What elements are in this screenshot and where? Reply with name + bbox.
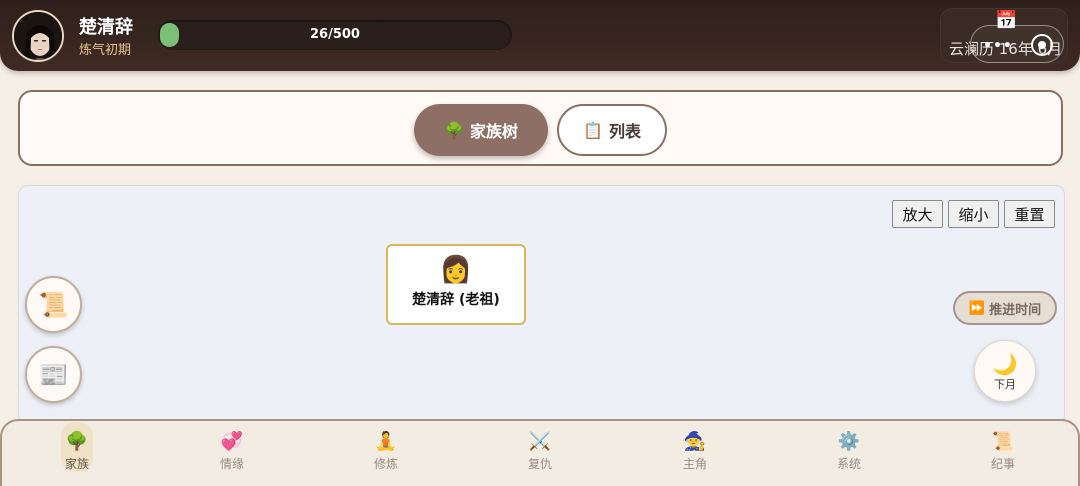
tab-family-tree[interactable]: 🌳 家族树 [414, 104, 548, 156]
nav-cultivation[interactable]: 🧘 修炼 [356, 430, 416, 472]
tree-icon: 🌳 [65, 431, 89, 452]
nav-romance-label: 情缘 [219, 457, 244, 471]
tab-list-label: 列表 [608, 122, 641, 141]
advance-time-button[interactable]: ⏩ 推进时间 [953, 291, 1057, 325]
gear-icon: ⚙️ [837, 431, 861, 452]
zoom-out-button[interactable]: 缩小 [948, 200, 999, 228]
crossed-swords-icon: ⚔️ [528, 431, 552, 452]
meditation-icon: 🧘 [374, 431, 398, 452]
nav-family-label: 家族 [64, 457, 89, 471]
nav-protagonist-label: 主角 [682, 457, 707, 471]
more-options-icon[interactable]: ••• [983, 38, 1013, 54]
family-member-node[interactable]: 👩 楚清辞 (老祖) [386, 244, 526, 325]
zoom-in-button[interactable]: 放大 [892, 200, 943, 228]
newspaper-icon: 📰 [38, 360, 69, 389]
tree-icon: 🌳 [444, 120, 464, 140]
next-month-label: 下月 [994, 378, 1016, 391]
chronicle-scroll-button[interactable]: 📜 [25, 276, 82, 333]
fast-forward-icon: ⏩ [968, 300, 986, 316]
family-member-label: 楚清辞 (老祖) [412, 292, 500, 308]
nav-chronicle[interactable]: 📜 纪事 [973, 430, 1033, 472]
nav-system-label: 系统 [836, 457, 861, 471]
player-name: 楚清辞 [79, 17, 133, 38]
nav-chronicle-label: 纪事 [990, 457, 1015, 471]
hearts-icon: 💞 [220, 431, 244, 452]
woman-icon: 👩 [439, 255, 473, 285]
nav-romance[interactable]: 💞 情缘 [202, 430, 262, 472]
nav-revenge-label: 复仇 [527, 457, 552, 471]
mage-icon: 🧙 [683, 431, 707, 452]
view-tab-panel: 🌳 家族树 📋 列表 [18, 90, 1063, 166]
clipboard-icon: 📋 [583, 120, 603, 140]
progress-text: 26/500 [310, 27, 360, 42]
nav-system[interactable]: ⚙️ 系统 [819, 430, 879, 472]
avatar[interactable] [12, 10, 64, 62]
player-realm: 炼气初期 [79, 43, 132, 58]
reset-zoom-button[interactable]: 重置 [1004, 200, 1055, 228]
nav-revenge[interactable]: ⚔️ 复仇 [510, 430, 570, 472]
nav-cultivation-label: 修炼 [373, 457, 398, 471]
scroll-icon: 📜 [38, 290, 69, 319]
news-button[interactable]: 📰 [25, 346, 82, 403]
advance-time-label: 推进时间 [989, 302, 1042, 318]
close-target-icon[interactable] [1031, 34, 1053, 56]
next-month-button[interactable]: 🌙 下月 [974, 340, 1036, 402]
cultivation-progress-bar: 26/500 [158, 20, 512, 50]
tab-family-tree-label: 家族树 [469, 122, 518, 141]
tab-list[interactable]: 📋 列表 [557, 104, 667, 156]
scroll-icon: 📜 [991, 431, 1015, 452]
nav-family[interactable]: 🌳 家族 [61, 422, 93, 472]
nav-protagonist[interactable]: 🧙 主角 [665, 430, 725, 472]
moon-icon: 🌙 [992, 352, 1018, 376]
